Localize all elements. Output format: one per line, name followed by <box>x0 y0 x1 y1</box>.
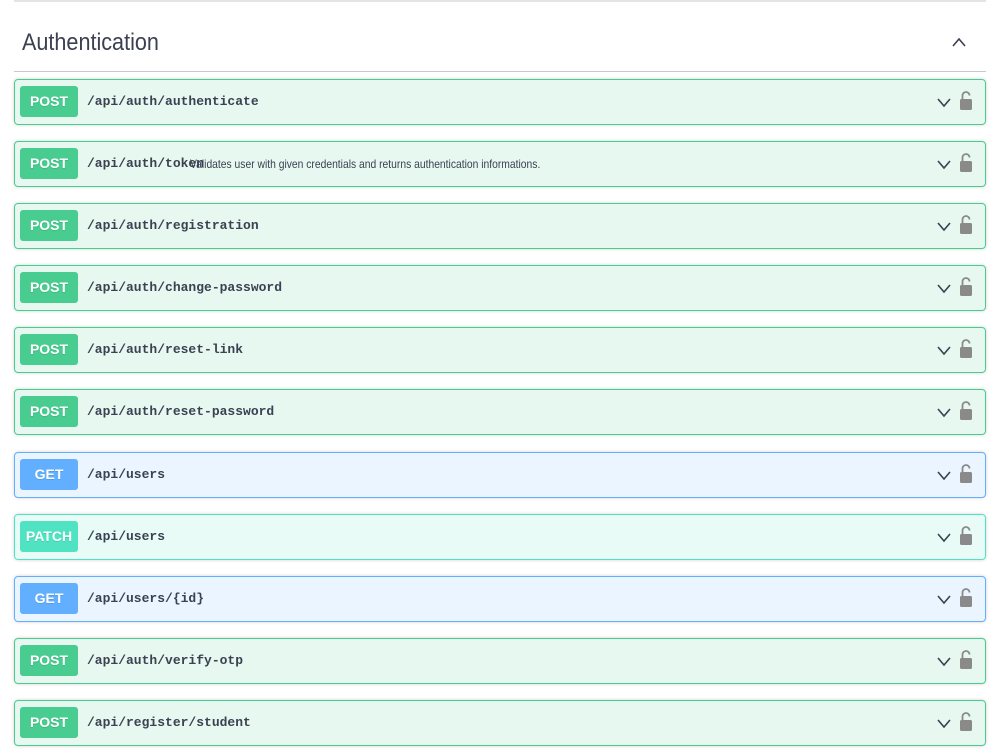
top-divider <box>14 0 986 2</box>
operation-post-api-auth-authenticate[interactable]: POST /api/auth/authenticate <box>14 79 986 125</box>
operation-path: /api/auth/change-password <box>87 280 283 295</box>
chevron-down-icon[interactable] <box>937 157 951 171</box>
operation-path: /api/users/{id} <box>87 591 205 606</box>
chevron-down-icon[interactable] <box>937 654 951 668</box>
chevron-down-icon[interactable] <box>937 592 951 606</box>
chevron-down-icon[interactable] <box>937 219 951 233</box>
method-badge: PATCH <box>20 521 78 552</box>
authentication-section-header[interactable]: Authentication <box>14 14 986 72</box>
lock-icon[interactable] <box>959 151 973 173</box>
operation-path: /api/auth/registration <box>87 218 259 233</box>
method-badge: POST <box>20 645 78 676</box>
method-badge: POST <box>20 334 78 365</box>
chevron-up-icon[interactable] <box>952 36 966 50</box>
operation-path: /api/auth/reset-password <box>87 404 275 419</box>
method-badge: GET <box>20 583 78 614</box>
lock-icon[interactable] <box>959 524 973 546</box>
method-badge: POST <box>20 148 78 179</box>
lock-icon[interactable] <box>959 89 973 111</box>
lock-icon[interactable] <box>959 399 973 421</box>
chevron-down-icon[interactable] <box>937 468 951 482</box>
lock-icon[interactable] <box>959 710 973 732</box>
operation-path: /api/auth/reset-link <box>87 342 244 357</box>
operation-path: /api/users <box>87 467 166 482</box>
operation-path: /api/auth/authenticate <box>87 94 259 109</box>
chevron-down-icon[interactable] <box>937 405 951 419</box>
lock-icon[interactable] <box>959 462 973 484</box>
lock-icon[interactable] <box>959 586 973 608</box>
operation-summary: Validates user with given credentials an… <box>190 157 541 171</box>
chevron-down-icon[interactable] <box>937 281 951 295</box>
chevron-down-icon[interactable] <box>937 716 951 730</box>
operation-post-api-auth-registration[interactable]: POST /api/auth/registration <box>14 203 986 249</box>
operation-post-api-auth-change-password[interactable]: POST /api/auth/change-password <box>14 265 986 311</box>
lock-icon[interactable] <box>959 648 973 670</box>
operation-path: /api/register/student <box>87 715 251 730</box>
chevron-down-icon[interactable] <box>937 343 951 357</box>
operation-post-api-auth-reset-link[interactable]: POST /api/auth/reset-link <box>14 327 986 373</box>
operation-post-api-auth-verify-otp[interactable]: POST /api/auth/verify-otp <box>14 638 986 684</box>
method-badge: POST <box>20 210 78 241</box>
operation-post-api-auth-reset-password[interactable]: POST /api/auth/reset-password <box>14 389 986 435</box>
method-badge: POST <box>20 707 78 738</box>
method-badge: POST <box>20 272 78 303</box>
section-title: Authentication <box>22 29 159 56</box>
operation-path: /api/auth/verify-otp <box>87 653 244 668</box>
lock-icon[interactable] <box>959 337 973 359</box>
method-badge: POST <box>20 86 78 117</box>
operation-get-api-users-id[interactable]: GET /api/users/{id} <box>14 576 986 622</box>
lock-icon[interactable] <box>959 213 973 235</box>
operation-path: /api/users <box>87 529 166 544</box>
method-badge: POST <box>20 396 78 427</box>
operation-get-api-users[interactable]: GET /api/users <box>14 452 986 498</box>
chevron-down-icon[interactable] <box>937 95 951 109</box>
operation-post-api-auth-token[interactable]: POST /api/auth/token Validates user with… <box>14 141 986 187</box>
method-badge: GET <box>20 459 78 490</box>
operation-path: /api/auth/token <box>87 156 205 171</box>
operation-post-api-register-student[interactable]: POST /api/register/student <box>14 700 986 746</box>
chevron-down-icon[interactable] <box>937 530 951 544</box>
operation-patch-api-users[interactable]: PATCH /api/users <box>14 514 986 560</box>
lock-icon[interactable] <box>959 275 973 297</box>
